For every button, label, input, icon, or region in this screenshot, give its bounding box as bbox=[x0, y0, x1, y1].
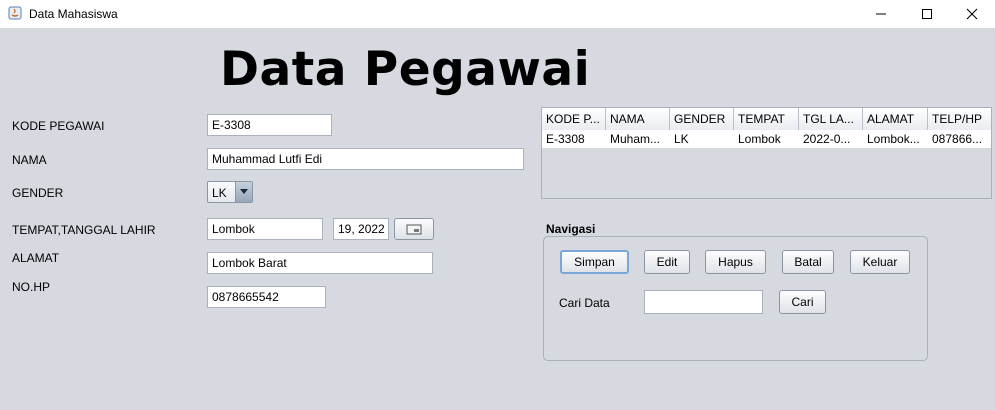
table-cell: 087866... bbox=[932, 132, 983, 146]
ttl-label: TEMPAT,TANGGAL LAHIR bbox=[12, 223, 156, 237]
close-button[interactable] bbox=[949, 0, 995, 28]
no-hp-label: NO.HP bbox=[12, 280, 51, 294]
gender-select[interactable]: LK bbox=[207, 181, 253, 203]
table-row[interactable]: E-3308 Muham... LK Lombok 2022-0... Lomb… bbox=[542, 130, 991, 148]
nama-field[interactable]: Muhammad Lutfi Edi bbox=[207, 148, 524, 170]
cari-data-label: Cari Data bbox=[559, 296, 610, 310]
table-cell: 2022-0... bbox=[803, 132, 851, 146]
minimize-button[interactable] bbox=[858, 0, 904, 28]
chevron-down-icon[interactable] bbox=[235, 182, 252, 202]
column-header-alamat[interactable]: ALAMAT bbox=[863, 108, 928, 130]
close-icon bbox=[966, 8, 978, 20]
alamat-field[interactable]: Lombok Barat bbox=[207, 252, 433, 274]
nama-label: NAMA bbox=[12, 153, 47, 167]
gender-selected-value: LK bbox=[212, 186, 227, 200]
tanggal-lahir-field[interactable]: 19, 2022 bbox=[333, 218, 389, 240]
title-bar: Data Mahasiswa bbox=[0, 0, 995, 28]
simpan-button[interactable]: Simpan bbox=[560, 250, 629, 274]
table-cell: Lombok... bbox=[867, 132, 920, 146]
page-title: Data Pegawai bbox=[220, 42, 591, 97]
maximize-button[interactable] bbox=[904, 0, 950, 28]
table-header: KODE P... NAMA GENDER TEMPAT TGL LA... A… bbox=[542, 108, 991, 131]
table-cell: LK bbox=[674, 132, 689, 146]
pegawai-table[interactable]: KODE P... NAMA GENDER TEMPAT TGL LA... A… bbox=[541, 107, 992, 199]
table-cell: E-3308 bbox=[546, 132, 585, 146]
column-header-nama[interactable]: NAMA bbox=[606, 108, 670, 130]
column-header-tgl-lahir[interactable]: TGL LA... bbox=[799, 108, 863, 130]
kode-pegawai-field[interactable]: E-3308 bbox=[207, 114, 332, 136]
kode-pegawai-label: KODE PEGAWAI bbox=[12, 119, 105, 133]
column-header-tempat[interactable]: TEMPAT bbox=[734, 108, 799, 130]
date-picker-button[interactable] bbox=[394, 218, 434, 240]
table-cell: Muham... bbox=[610, 132, 661, 146]
gender-label: GENDER bbox=[12, 186, 64, 200]
window-title: Data Mahasiswa bbox=[29, 7, 118, 21]
maximize-icon bbox=[922, 9, 932, 19]
no-hp-field[interactable]: 0878665542 bbox=[207, 286, 326, 308]
batal-button[interactable]: Batal bbox=[782, 250, 834, 274]
search-input[interactable] bbox=[644, 290, 763, 314]
hapus-button[interactable]: Hapus bbox=[705, 250, 766, 274]
minimize-icon bbox=[876, 13, 886, 15]
tempat-lahir-field[interactable]: Lombok bbox=[207, 218, 323, 240]
column-header-gender[interactable]: GENDER bbox=[670, 108, 734, 130]
table-cell: Lombok bbox=[738, 132, 781, 146]
keluar-button[interactable]: Keluar bbox=[850, 250, 910, 274]
calendar-icon bbox=[406, 224, 422, 234]
navigasi-title: Navigasi bbox=[546, 222, 596, 236]
column-header-telp[interactable]: TELP/HP bbox=[928, 108, 991, 130]
edit-button[interactable]: Edit bbox=[644, 250, 690, 274]
java-app-icon bbox=[8, 6, 22, 20]
alamat-label: ALAMAT bbox=[12, 251, 60, 265]
cari-button[interactable]: Cari bbox=[779, 290, 826, 314]
column-header-kode[interactable]: KODE P... bbox=[542, 108, 606, 130]
